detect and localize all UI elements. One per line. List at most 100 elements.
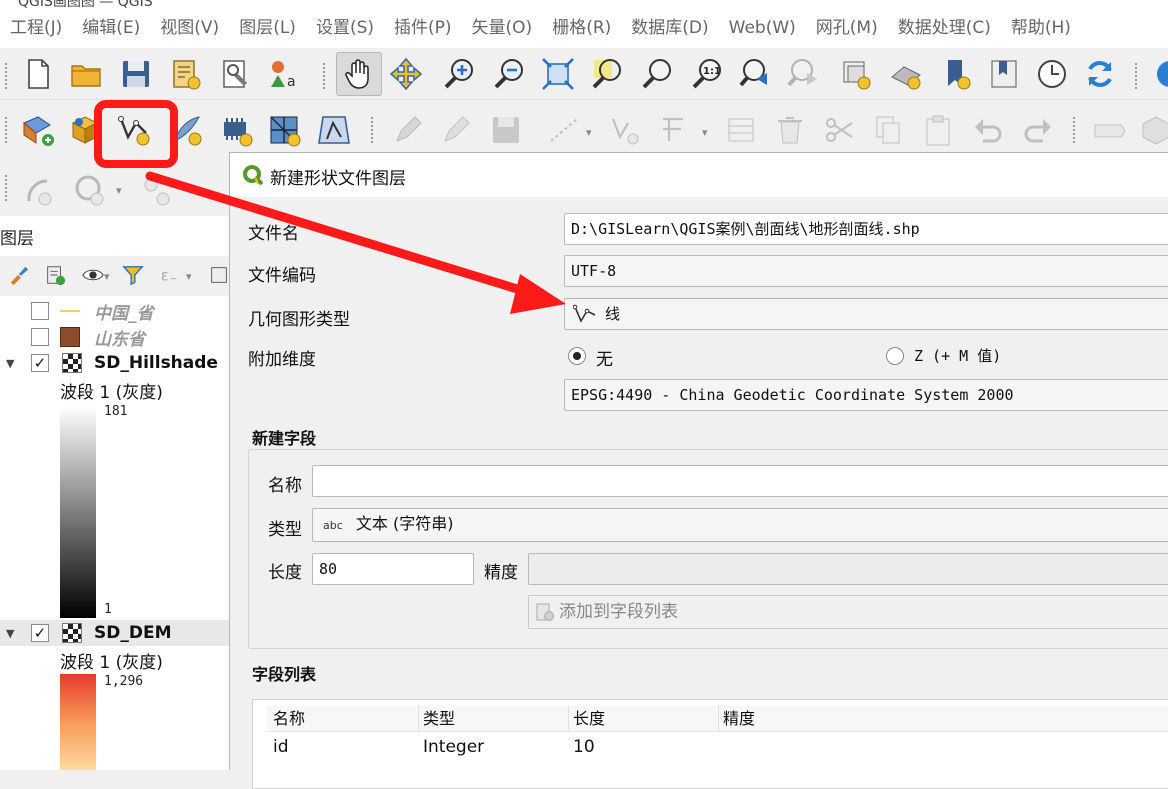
zoom-to-layer-icon[interactable] bbox=[638, 54, 678, 94]
menu-layer[interactable]: 图层(L) bbox=[229, 8, 306, 48]
chevron-down-icon[interactable]: ▾ bbox=[702, 126, 708, 139]
dimension-none-radio[interactable] bbox=[568, 347, 586, 365]
toolbar-grip[interactable] bbox=[1134, 62, 1138, 90]
zoom-in-icon[interactable] bbox=[440, 54, 480, 94]
geometry-type-combo[interactable]: 线 bbox=[564, 298, 1168, 330]
toolbar-grip[interactable] bbox=[1072, 116, 1076, 144]
toolbar-grip[interactable] bbox=[4, 174, 8, 202]
column-header-length[interactable]: 长度 bbox=[569, 706, 719, 732]
temporal-controller-icon[interactable] bbox=[1032, 54, 1072, 94]
field-length-input[interactable]: 80 bbox=[312, 553, 474, 585]
new-project-icon[interactable] bbox=[18, 54, 58, 94]
chevron-down-icon[interactable]: ▾ bbox=[116, 184, 122, 197]
menu-web[interactable]: Web(W) bbox=[719, 8, 806, 48]
new-map-view-icon[interactable] bbox=[836, 54, 876, 94]
zoom-out-icon[interactable] bbox=[490, 54, 530, 94]
toggle-editing-icon[interactable] bbox=[436, 110, 476, 150]
layer-row[interactable]: 中国_省 bbox=[0, 298, 230, 324]
filter-icon[interactable] bbox=[118, 260, 148, 290]
column-header-name[interactable]: 名称 bbox=[269, 706, 419, 732]
toolbar-grip[interactable] bbox=[4, 62, 8, 90]
filter-expression-icon[interactable]: ε bbox=[154, 260, 184, 290]
add-group-icon[interactable] bbox=[40, 260, 70, 290]
show-bookmarks-icon[interactable] bbox=[984, 54, 1024, 94]
style-dock-icon[interactable] bbox=[4, 260, 34, 290]
toolbar-grip[interactable] bbox=[322, 62, 326, 90]
label-toolbar-icon[interactable] bbox=[1090, 110, 1130, 150]
help-icon[interactable] bbox=[1150, 54, 1168, 94]
toolbar-grip[interactable] bbox=[370, 116, 374, 144]
snapping-icon[interactable] bbox=[136, 170, 176, 210]
menu-project[interactable]: 工程(J) bbox=[0, 8, 72, 48]
save-project-icon[interactable] bbox=[116, 54, 156, 94]
table-cell[interactable]: 10 bbox=[569, 734, 595, 760]
field-name-input[interactable] bbox=[312, 465, 1168, 497]
cut-features-icon[interactable] bbox=[820, 110, 860, 150]
refresh-icon[interactable] bbox=[1080, 54, 1120, 94]
delete-selected-icon[interactable] bbox=[770, 110, 810, 150]
layer-row[interactable]: ▼ ✓ SD_Hillshade bbox=[0, 350, 230, 376]
redo-icon[interactable] bbox=[1018, 110, 1058, 150]
menu-view[interactable]: 视图(V) bbox=[150, 8, 229, 48]
menu-help[interactable]: 帮助(H) bbox=[1001, 8, 1081, 48]
modify-attributes-icon[interactable] bbox=[656, 110, 696, 150]
pan-to-selection-icon[interactable] bbox=[386, 54, 426, 94]
layer-visibility-checkbox[interactable]: ✓ bbox=[31, 354, 49, 372]
select-features-icon[interactable] bbox=[70, 170, 110, 210]
crs-selector[interactable]: EPSG:4490 - China Geodetic Coordinate Sy… bbox=[564, 379, 1168, 411]
vertex-tool-icon[interactable] bbox=[606, 110, 646, 150]
open-project-icon[interactable] bbox=[66, 54, 106, 94]
encoding-combo[interactable]: UTF-8 bbox=[564, 255, 1168, 287]
filename-field[interactable]: D:\GISLearn\QGIS案例\剖面线\地形剖面线.shp bbox=[564, 213, 1168, 245]
add-to-fields-list-button[interactable]: 添加到字段列表 bbox=[528, 595, 1168, 629]
save-edits-icon[interactable] bbox=[486, 110, 526, 150]
new-bookmark-icon[interactable] bbox=[936, 54, 976, 94]
style-manager-icon[interactable]: a bbox=[264, 54, 304, 94]
paste-features-icon[interactable] bbox=[918, 110, 958, 150]
toolbar-grip[interactable] bbox=[4, 116, 8, 144]
layer-visibility-checkbox[interactable] bbox=[31, 302, 49, 320]
layer-visibility-checkbox[interactable]: ✓ bbox=[31, 624, 49, 642]
georeferencer-icon[interactable] bbox=[18, 170, 58, 210]
menu-raster[interactable]: 栅格(R) bbox=[542, 8, 621, 48]
table-cell[interactable]: Integer bbox=[419, 734, 484, 760]
field-precision-input[interactable] bbox=[528, 553, 1168, 585]
chevron-down-icon[interactable]: ▾ bbox=[186, 270, 192, 283]
layout-manager-icon[interactable] bbox=[216, 54, 256, 94]
menu-settings[interactable]: 设置(S) bbox=[306, 8, 384, 48]
column-header-type[interactable]: 类型 bbox=[419, 706, 569, 732]
zoom-next-icon[interactable] bbox=[784, 54, 824, 94]
new-3d-map-view-icon[interactable] bbox=[886, 54, 926, 94]
modify-table-icon[interactable] bbox=[722, 110, 762, 150]
data-source-manager-icon[interactable] bbox=[18, 110, 58, 150]
collapse-arrow-icon[interactable]: ▼ bbox=[6, 627, 14, 640]
new-virtual-layer-icon[interactable] bbox=[216, 110, 256, 150]
menu-processing[interactable]: 数据处理(C) bbox=[888, 8, 1001, 48]
table-cell[interactable]: id bbox=[269, 734, 289, 760]
layer-row[interactable]: ▼ ✓ SD_DEM bbox=[0, 620, 230, 646]
dimension-zm-radio[interactable] bbox=[886, 347, 904, 365]
zoom-last-icon[interactable] bbox=[736, 54, 776, 94]
new-mesh-layer-icon[interactable] bbox=[264, 110, 304, 150]
menu-vector[interactable]: 矢量(O) bbox=[462, 8, 543, 48]
zoom-full-icon[interactable] bbox=[538, 54, 578, 94]
chevron-down-icon[interactable]: ▾ bbox=[104, 270, 110, 283]
undo-icon[interactable] bbox=[968, 110, 1008, 150]
column-header-precision[interactable]: 精度 bbox=[719, 706, 1119, 732]
digitize-line-icon[interactable] bbox=[544, 110, 584, 150]
zoom-to-selection-icon[interactable] bbox=[588, 54, 628, 94]
zoom-native-icon[interactable]: 1:1 bbox=[688, 54, 728, 94]
menu-mesh[interactable]: 网孔(M) bbox=[806, 8, 888, 48]
chevron-down-icon[interactable]: ▾ bbox=[586, 126, 592, 139]
copy-features-icon[interactable] bbox=[868, 110, 908, 150]
field-type-combo[interactable]: abc 文本 (字符串) bbox=[312, 508, 1168, 542]
new-print-layout-icon[interactable] bbox=[166, 54, 206, 94]
layer-row[interactable]: 山东省 bbox=[0, 324, 230, 350]
layer-visibility-checkbox[interactable] bbox=[31, 328, 49, 346]
menu-plugins[interactable]: 插件(P) bbox=[384, 8, 462, 48]
pan-icon[interactable] bbox=[336, 52, 382, 96]
menu-edit[interactable]: 编辑(E) bbox=[72, 8, 150, 48]
new-gps-layer-icon[interactable] bbox=[314, 110, 354, 150]
collapse-arrow-icon[interactable]: ▼ bbox=[6, 357, 14, 370]
current-edits-icon[interactable] bbox=[388, 110, 428, 150]
